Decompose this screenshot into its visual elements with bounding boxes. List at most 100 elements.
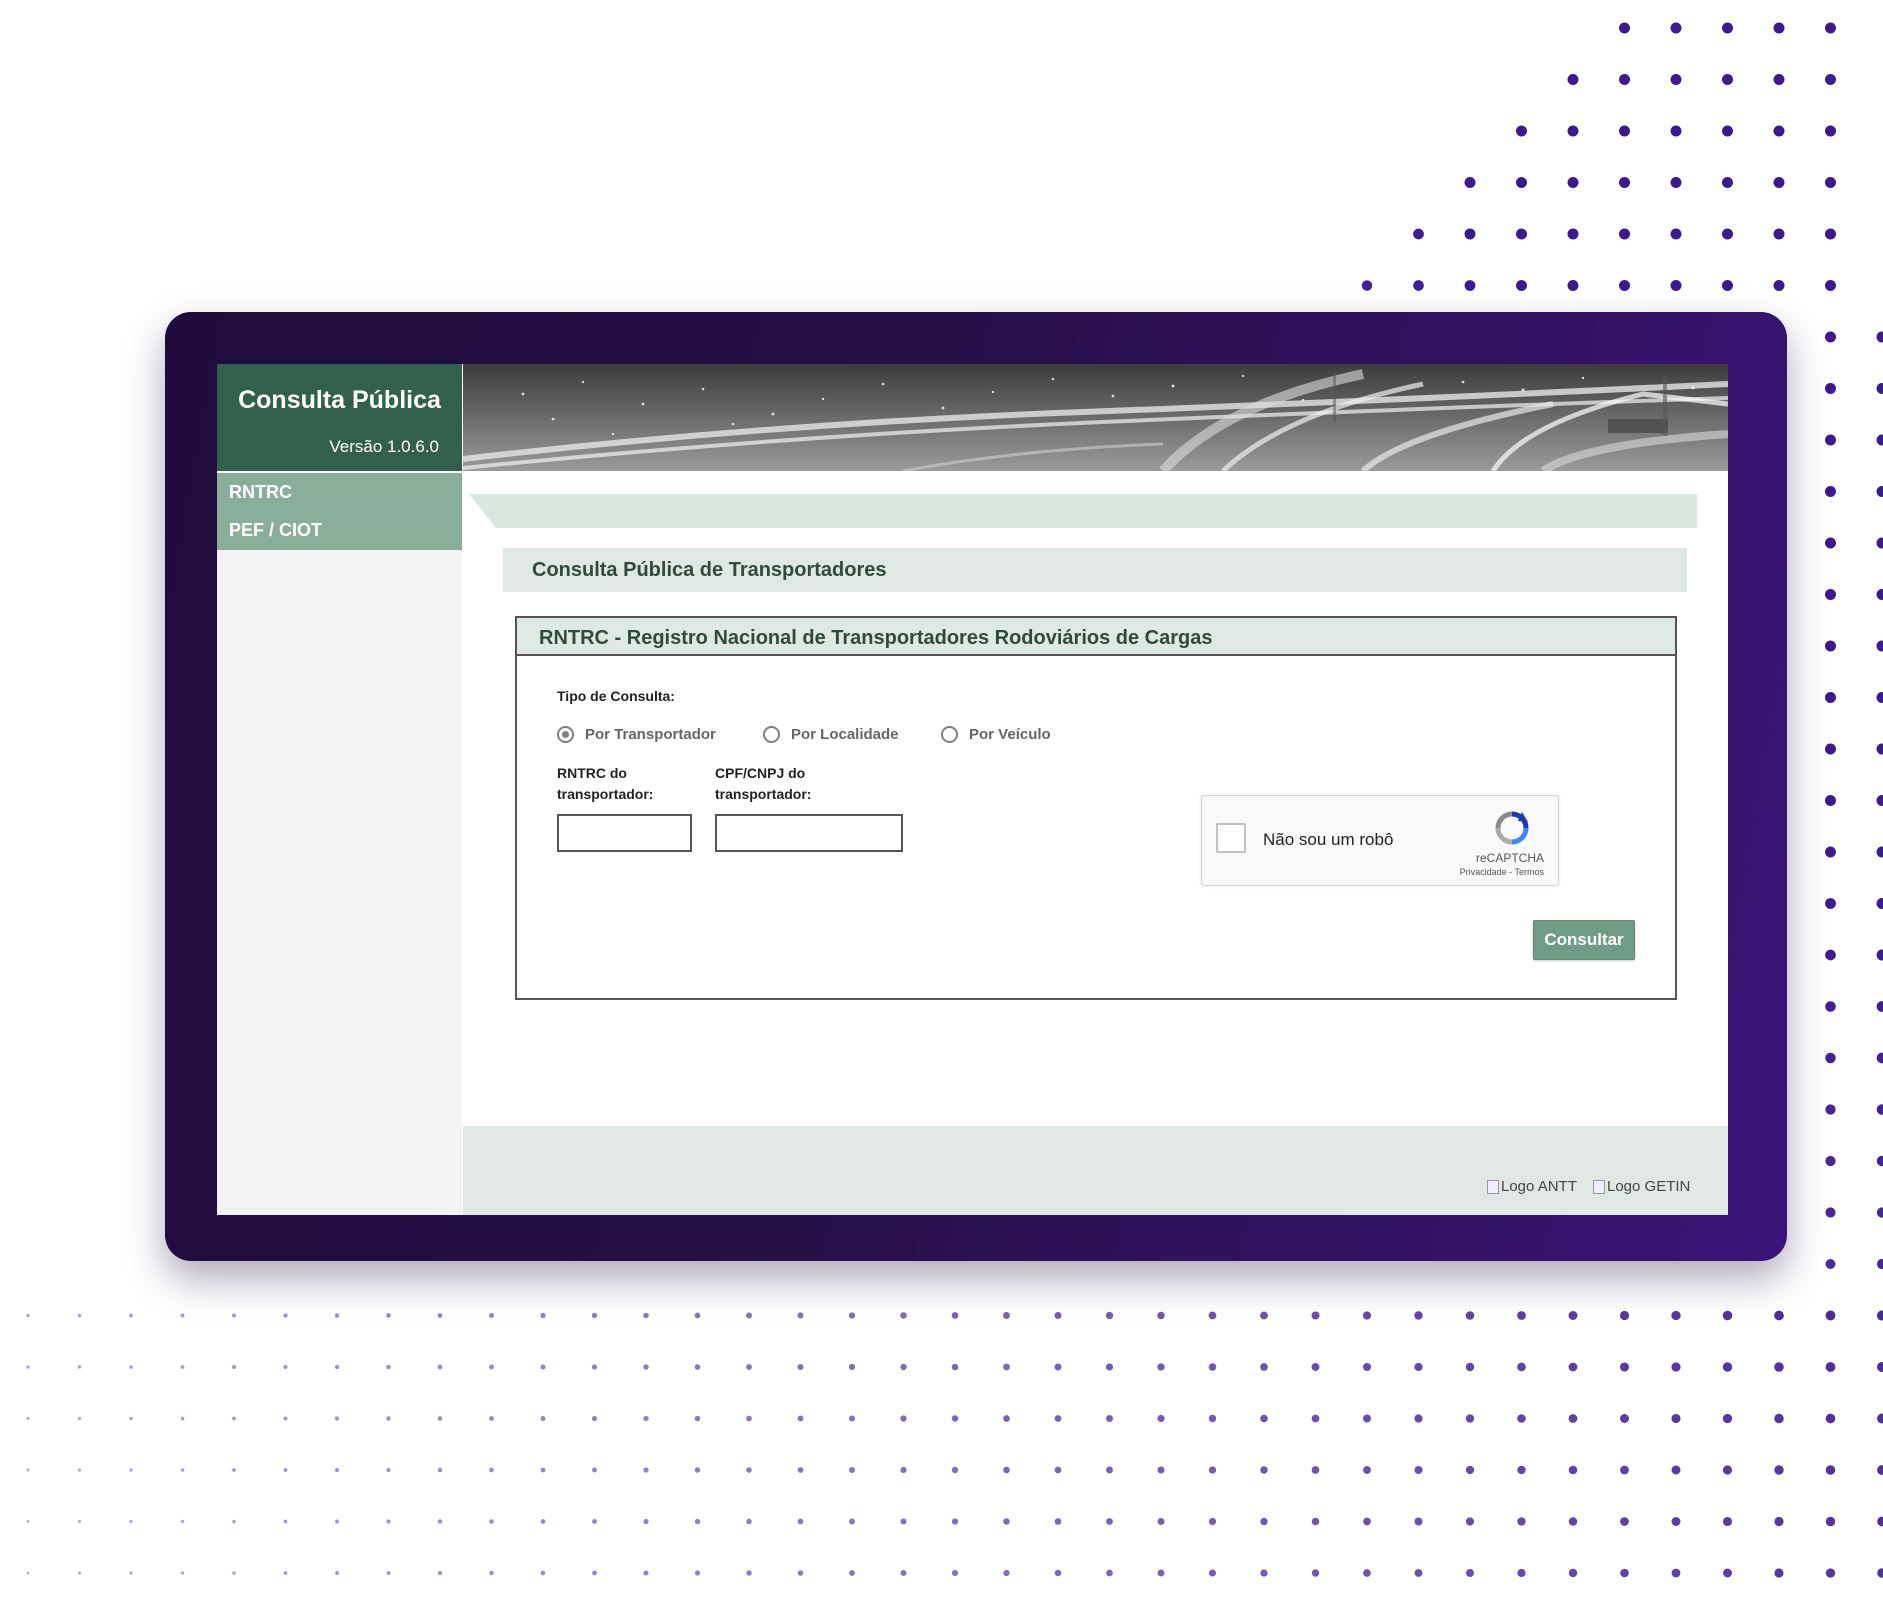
- decorative-dot: [1003, 1569, 1010, 1577]
- decorative-dot: [1054, 1415, 1062, 1422]
- app-brand: Consulta Pública Versão 1.0.6.0: [217, 364, 462, 471]
- decorative-dot: [129, 1468, 133, 1472]
- decorative-dot: [77, 1313, 82, 1318]
- decorative-dot: [1825, 898, 1836, 909]
- decorative-dot: [1054, 1466, 1062, 1474]
- decorative-dot: [1362, 1362, 1372, 1372]
- decorative-dot: [1722, 1310, 1733, 1321]
- decorative-dot: [1105, 1363, 1114, 1371]
- decorative-dot: [1311, 1569, 1320, 1577]
- decorative-dot: [1723, 1568, 1732, 1578]
- decorative-dot: [283, 1571, 288, 1575]
- decorative-dot: [540, 1467, 546, 1473]
- decorative-dot: [129, 1519, 133, 1524]
- decorative-dot: [540, 1312, 546, 1319]
- decorative-dot: [283, 1519, 288, 1524]
- decorative-dot: [1876, 1001, 1883, 1012]
- sidebar-item-pef-ciot[interactable]: PEF / CIOT: [217, 513, 462, 551]
- cpf-cnpj-input[interactable]: [715, 814, 903, 852]
- decorative-dot: [900, 1466, 907, 1474]
- decorative-dot: [1825, 1258, 1836, 1270]
- broken-image-icon: [1487, 1179, 1499, 1194]
- logo-antt: Logo ANTT: [1487, 1178, 1577, 1195]
- decorative-dot: [694, 1415, 701, 1422]
- decorative-dot: [1876, 640, 1883, 652]
- radio-icon[interactable]: [557, 726, 574, 743]
- decorative-dot: [1054, 1518, 1062, 1525]
- radio-por-transportador[interactable]: Por Transportador: [557, 726, 716, 743]
- decorative-dot: [1208, 1311, 1217, 1320]
- decorative-dot: [797, 1415, 804, 1422]
- decorative-dot: [489, 1519, 494, 1524]
- decorative-dot: [900, 1312, 907, 1319]
- decorative-dot: [848, 1363, 856, 1371]
- decorative-dot: [1568, 1517, 1578, 1526]
- decorative-dot: [1619, 125, 1630, 137]
- radio-icon[interactable]: [763, 726, 780, 743]
- sidebar-empty-area: [217, 550, 462, 1215]
- decorative-dot: [849, 1467, 855, 1473]
- decorative-dot: [1876, 589, 1883, 600]
- decorative-dot: [129, 1571, 133, 1575]
- logo-antt-alt: Logo ANTT: [1501, 1178, 1577, 1195]
- radio-icon[interactable]: [941, 726, 958, 743]
- decorative-dot: [1825, 74, 1836, 85]
- decorative-dot: [643, 1570, 649, 1576]
- decorative-dot: [335, 1571, 339, 1575]
- decorative-dot: [1825, 1465, 1836, 1475]
- decorative-dot: [1825, 795, 1836, 806]
- decorative-dot: [1516, 228, 1527, 240]
- decorative-dot: [1722, 74, 1733, 85]
- decorative-dot: [386, 1467, 391, 1473]
- radio-label: Por Localidade: [791, 726, 899, 743]
- decorative-dot: [1054, 1363, 1062, 1371]
- decorative-dot: [180, 1365, 185, 1369]
- decorative-dot: [77, 1365, 82, 1369]
- radio-por-localidade[interactable]: Por Localidade: [763, 726, 899, 743]
- consultar-button[interactable]: Consultar: [1533, 920, 1635, 960]
- decorative-dot: [1825, 846, 1836, 858]
- app-version: Versão 1.0.6.0: [329, 437, 439, 456]
- decorative-dot: [1619, 280, 1630, 291]
- decorative-dot: [335, 1519, 339, 1524]
- decorative-dot: [180, 1519, 185, 1524]
- decorative-dot: [437, 1570, 443, 1576]
- decorative-dot: [1825, 486, 1836, 497]
- decorative-dot: [1825, 1001, 1836, 1012]
- decorative-dot: [1670, 125, 1682, 137]
- decorative-dot: [1311, 1363, 1320, 1371]
- decorative-dot: [180, 1416, 185, 1421]
- decorative-dot: [1568, 1465, 1578, 1475]
- decorative-dot: [1311, 1414, 1320, 1423]
- decorative-dot: [1208, 1466, 1217, 1474]
- cpf-cnpj-label-line1: CPF/CNPJ do: [715, 765, 806, 781]
- decorative-dot: [951, 1466, 959, 1474]
- decorative-dot: [1722, 1362, 1733, 1372]
- decorative-dot: [437, 1519, 443, 1524]
- decorative-dot: [1774, 1310, 1784, 1321]
- recaptcha-privacy-terms-links[interactable]: Privacidade - Termos: [1460, 867, 1544, 877]
- logo-getin-alt: Logo GETIN: [1607, 1178, 1691, 1195]
- decorative-dot: [1825, 1207, 1836, 1218]
- decorative-dot: [951, 1363, 959, 1371]
- decorative-dot: [1722, 1413, 1733, 1424]
- decorative-dot: [1722, 1465, 1733, 1475]
- decorative-dot: [900, 1518, 907, 1525]
- decorative-dot: [849, 1570, 855, 1576]
- decorative-dot: [797, 1312, 804, 1319]
- decorative-dot: [900, 1415, 907, 1422]
- decorative-dot: [1157, 1466, 1165, 1474]
- decorative-dot: [1876, 486, 1883, 497]
- decorative-dot: [1362, 1311, 1372, 1320]
- decorative-dot: [694, 1518, 701, 1525]
- radio-por-veiculo[interactable]: Por Veículo: [941, 726, 1051, 743]
- decorative-dot: [694, 1364, 701, 1370]
- recaptcha-checkbox[interactable]: [1216, 823, 1246, 853]
- decorative-dot: [1877, 1516, 1883, 1527]
- decorative-dot: [334, 1364, 340, 1370]
- recaptcha-widget: Não sou um robô reCAPTCHA Privacidade - …: [1201, 795, 1559, 886]
- rntrc-label-line2: transportador:: [557, 786, 654, 802]
- decorative-dot: [1567, 125, 1579, 137]
- sidebar-item-rntrc[interactable]: RNTRC: [217, 475, 462, 513]
- rntrc-input[interactable]: [557, 814, 692, 852]
